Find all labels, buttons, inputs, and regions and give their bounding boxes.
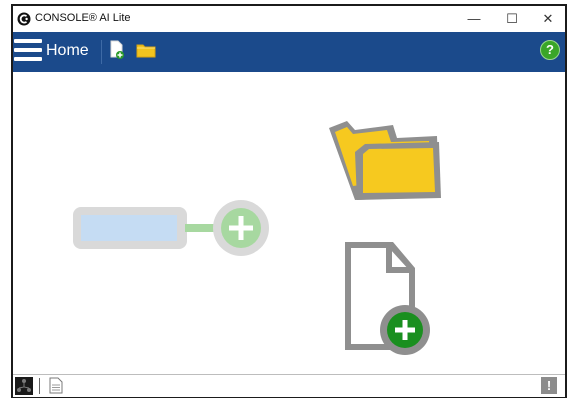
status-divider bbox=[39, 378, 40, 394]
network-icon[interactable] bbox=[15, 377, 33, 395]
title-bar: CONSOLE® AI Lite — ☐ ✕ bbox=[13, 6, 565, 32]
warning-icon[interactable]: ! bbox=[541, 377, 557, 394]
toolbar: Home ? bbox=[13, 32, 565, 72]
maximize-button[interactable]: ☐ bbox=[497, 8, 527, 30]
new-document-icon[interactable] bbox=[110, 40, 124, 60]
home-label[interactable]: Home bbox=[46, 42, 89, 60]
app-window: CONSOLE® AI Lite — ☐ ✕ Home ? ! bbox=[11, 4, 567, 398]
toolbar-divider bbox=[101, 40, 102, 64]
minimize-button[interactable]: — bbox=[459, 8, 489, 30]
new-file-plus-icon[interactable] bbox=[337, 238, 431, 356]
log-document-icon[interactable] bbox=[49, 377, 63, 394]
window-title: CONSOLE® AI Lite bbox=[35, 12, 131, 24]
connect-plus-icon[interactable] bbox=[71, 194, 273, 262]
close-button[interactable]: ✕ bbox=[533, 8, 563, 30]
status-bar: ! bbox=[13, 374, 565, 397]
help-button[interactable]: ? bbox=[540, 40, 560, 60]
open-folder-icon[interactable] bbox=[325, 116, 447, 202]
home-content bbox=[13, 72, 565, 374]
open-folder-toolbar-icon[interactable] bbox=[136, 42, 156, 58]
menu-icon[interactable] bbox=[14, 39, 42, 65]
app-logo-icon bbox=[17, 12, 31, 26]
